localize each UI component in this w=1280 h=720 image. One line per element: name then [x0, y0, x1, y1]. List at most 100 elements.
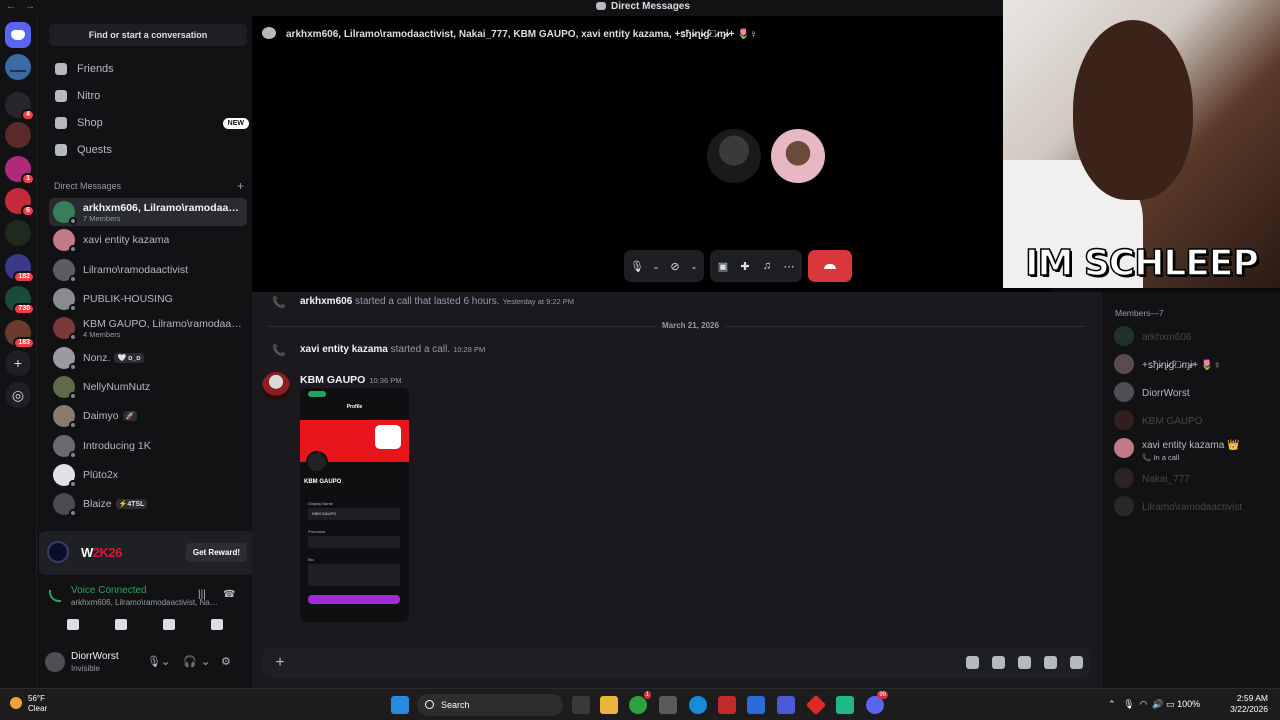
dm-item[interactable]: arkhxm606, Lilramo\ramodaactivist, Nakai…: [49, 198, 247, 226]
taskbar-search[interactable]: Search: [417, 694, 563, 716]
more-icon[interactable]: ⋯: [782, 259, 796, 273]
dm-item[interactable]: Daimyo 🚀: [49, 402, 247, 430]
avatar[interactable]: [45, 652, 65, 672]
avatar: [1114, 326, 1134, 346]
edge-icon[interactable]: [689, 696, 707, 714]
back-arrow-icon[interactable]: ←: [6, 1, 16, 12]
microphone-icon[interactable]: 🎙: [630, 259, 644, 273]
dm-item[interactable]: KBM GAUPO, Lilramo\ramodaactivist, Nakai…: [49, 314, 247, 342]
activities-button[interactable]: [150, 613, 188, 635]
upload-plus-icon[interactable]: +: [270, 653, 290, 673]
add-server-button[interactable]: +: [5, 350, 31, 376]
mail-icon[interactable]: [747, 696, 765, 714]
dm-name: Plūto2x: [83, 469, 119, 481]
member-name: arkhxm606: [1142, 332, 1192, 343]
soundboard-icon[interactable]: ♫: [760, 259, 774, 273]
screen-share-button[interactable]: [102, 613, 140, 635]
game-launcher-icon[interactable]: [805, 694, 827, 716]
member-item[interactable]: KBM GAUPO: [1114, 408, 1274, 432]
discover-button[interactable]: ◎: [5, 382, 31, 408]
image-attachment[interactable]: Profile KBM GAUPO Display Name KBM GAUPO…: [300, 388, 409, 622]
chevron-down-icon[interactable]: ⌄: [690, 259, 698, 273]
noise-suppression-icon[interactable]: |||: [198, 589, 210, 601]
dm-item[interactable]: Lilramo\ramodaactivist: [49, 256, 247, 284]
camera-button[interactable]: [54, 613, 92, 635]
server-icon[interactable]: 730: [5, 286, 35, 315]
microphone-icon[interactable]: 🎙: [147, 655, 161, 668]
antivirus-icon[interactable]: [718, 696, 736, 714]
volume-icon[interactable]: 🔊: [1152, 699, 1163, 709]
member-item[interactable]: DiorrWorst: [1114, 380, 1274, 404]
server-icon[interactable]: 182: [5, 254, 35, 283]
server-icon[interactable]: [5, 122, 31, 148]
find-conversation-button[interactable]: Find or start a conversation: [49, 24, 247, 46]
participant-tile[interactable]: [707, 129, 761, 183]
promo-banner[interactable]: W2K26 Get Reward!: [39, 531, 253, 575]
gear-icon[interactable]: ⚙: [221, 655, 231, 668]
member-item[interactable]: arkhxm606: [1114, 324, 1274, 348]
activities-icon[interactable]: ✚: [738, 259, 752, 273]
battery-icon[interactable]: ▭: [1166, 699, 1175, 709]
dm-item[interactable]: xavi entity kazama📞 In a call: [49, 226, 1052, 518]
store-icon[interactable]: [659, 696, 677, 714]
server-icon[interactable]: [5, 54, 31, 80]
chrome-icon[interactable]: 1: [629, 691, 651, 714]
dm-item[interactable]: Nonz. 🤍 ɒ_ɒ: [49, 344, 247, 372]
create-dm-icon[interactable]: +: [237, 179, 244, 193]
clock[interactable]: 2:59 AM 3/22/2026: [1226, 693, 1268, 715]
signal-icon[interactable]: [49, 590, 61, 602]
app-icon[interactable]: [836, 696, 854, 714]
avatar: [1114, 382, 1134, 402]
disconnect-icon[interactable]: ☎: [223, 589, 235, 601]
avatar[interactable]: [262, 372, 290, 400]
server-icon[interactable]: 183: [5, 320, 35, 349]
voice-status[interactable]: Voice Connected: [71, 585, 147, 596]
member-item[interactable]: Nakai_777: [1114, 466, 1274, 490]
apps-icon[interactable]: [1070, 656, 1083, 669]
emoji-icon[interactable]: [1044, 656, 1057, 669]
network-icon[interactable]: ◠: [1140, 699, 1148, 709]
message-composer[interactable]: +: [262, 648, 1091, 678]
member-item[interactable]: Lilramo\ramodaactivist: [1114, 494, 1274, 518]
dm-item[interactable]: PUBLIK-HOUSING: [49, 285, 247, 313]
file-explorer-icon[interactable]: [600, 696, 618, 714]
gift-icon[interactable]: [966, 656, 979, 669]
nav-friends[interactable]: Friends: [49, 57, 249, 81]
get-reward-button[interactable]: Get Reward!: [185, 543, 247, 562]
server-icon[interactable]: 6: [5, 188, 35, 217]
microphone-icon[interactable]: 🎙: [1123, 699, 1134, 709]
nav-quests[interactable]: Quests: [49, 138, 249, 162]
dm-item[interactable]: Introducing 1K: [49, 432, 247, 460]
user-name[interactable]: DiorrWorst: [71, 651, 119, 662]
participant-tile[interactable]: [771, 129, 825, 183]
soundboard-button[interactable]: [198, 613, 236, 635]
gif-icon[interactable]: [992, 656, 1005, 669]
task-view-icon[interactable]: [572, 696, 590, 714]
server-icon[interactable]: 4: [5, 92, 35, 121]
weather-widget[interactable]: 56°F Clear: [10, 694, 47, 714]
start-button[interactable]: [391, 696, 409, 714]
chevron-up-icon[interactable]: ⌃: [1108, 699, 1116, 709]
server-icon[interactable]: 1: [5, 156, 35, 185]
headphones-icon[interactable]: 🎧: [183, 655, 197, 668]
camera-off-icon[interactable]: ⊘: [668, 259, 682, 273]
chevron-down-icon[interactable]: ⌄: [652, 259, 660, 273]
discord-home-button[interactable]: [5, 22, 31, 48]
nav-nitro[interactable]: Nitro: [49, 84, 249, 108]
app-icon[interactable]: [777, 696, 795, 714]
chevron-down-icon[interactable]: ⌄: [161, 655, 170, 668]
member-item[interactable]: xavi entity kazama 👑 📞 In a call: [1114, 436, 1274, 462]
server-icon[interactable]: [5, 220, 31, 246]
member-status: 📞 In a call: [1142, 452, 1180, 462]
dm-item[interactable]: NellyNumNutz: [49, 373, 247, 401]
dm-item[interactable]: Plūto2x: [49, 461, 247, 489]
leave-call-button[interactable]: [808, 250, 852, 282]
dm-item[interactable]: Blaize ⚡4TSL: [49, 490, 247, 518]
discord-taskbar-icon[interactable]: 99: [866, 691, 888, 714]
forward-arrow-icon[interactable]: →: [25, 1, 35, 12]
chevron-down-icon[interactable]: ⌄: [201, 655, 210, 668]
sticker-icon[interactable]: [1018, 656, 1031, 669]
screen-share-icon[interactable]: ▣: [716, 259, 730, 273]
nav-shop[interactable]: Shop NEW: [49, 111, 249, 135]
member-item[interactable]: +ꜱђɨ̷ɳɨ̷ɠ̷ค̷ɱ̷ɨ̷+ 🌷♀: [1114, 352, 1274, 376]
